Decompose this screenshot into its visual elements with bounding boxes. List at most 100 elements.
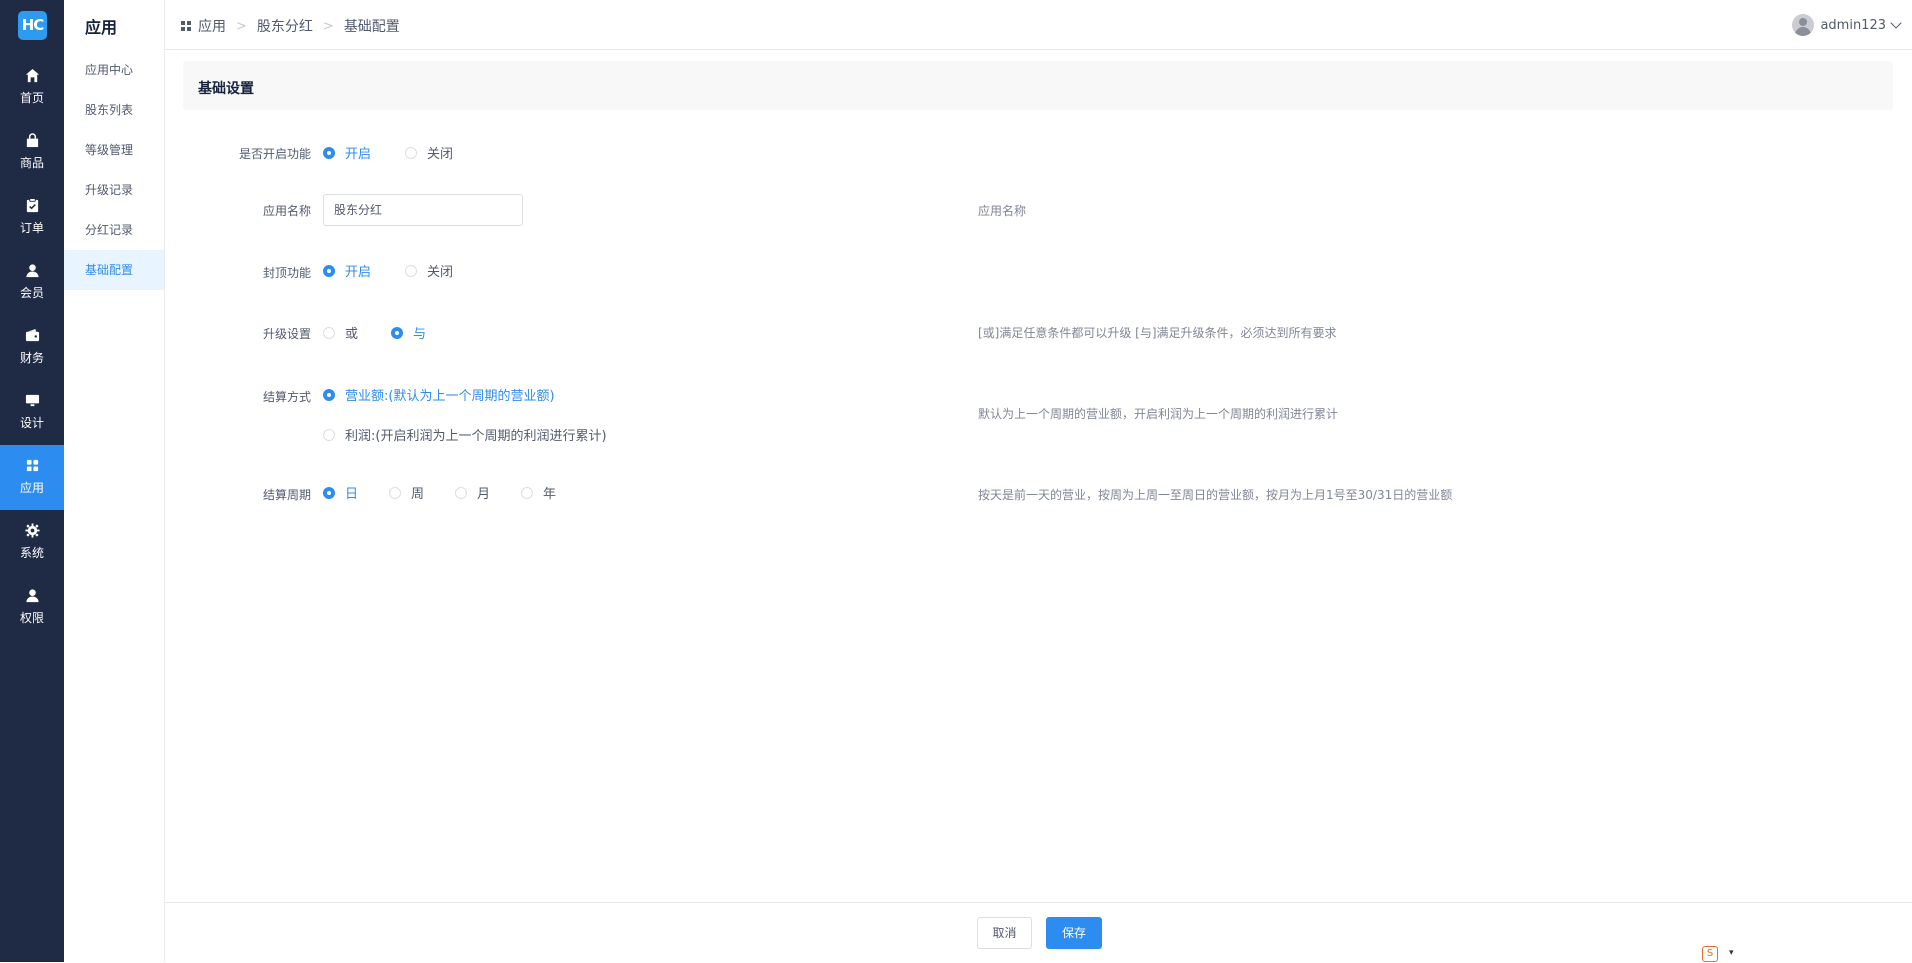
form-footer: 取消 保存 <box>165 902 1912 963</box>
radio-cycle-month[interactable]: 月 <box>455 483 490 502</box>
radio-label: 日 <box>345 487 359 502</box>
breadcrumb: 应用 > 股东分红 > 基础配置 <box>181 16 400 36</box>
hint-upgrade: [或]满足任意条件都可以升级 [与]满足升级条件，必须达到所有要求 <box>978 326 1337 340</box>
radio-cycle-day[interactable]: 日 <box>323 483 358 502</box>
hint-app-name: 应用名称 <box>978 204 1027 218</box>
section-title: 基础设置 <box>198 81 254 97</box>
bag-icon <box>26 133 39 148</box>
grid-icon <box>181 20 192 32</box>
label-enable: 是否开启功能 <box>238 147 311 161</box>
rail-item-label: 财务 <box>19 351 44 365</box>
radio-settle-revenue[interactable]: 营业额:(默认为上一个周期的营业额) <box>323 385 555 404</box>
caret-icon[interactable]: ▾ <box>1729 948 1734 958</box>
top-header: 应用 > 股东分红 > 基础配置 admin123 <box>165 0 1912 50</box>
sidebar-item-shareholder-list[interactable]: 股东列表 <box>64 90 164 130</box>
label-cap: 封顶功能 <box>262 266 311 280</box>
section-header: 基础设置 <box>183 61 1893 110</box>
radio-dot <box>323 428 335 441</box>
hint-settle-method: 默认为上一个周期的营业额，开启利润为上一个周期的利润进行累计 <box>978 407 1339 421</box>
hint-settle-cycle: 按天是前一天的营业，按周为上周一至周日的营业额，按月为上月1号至30/31日的营… <box>978 488 1453 502</box>
rail-item-label: 首页 <box>19 91 44 105</box>
sidebar-title: 应用 <box>85 18 118 37</box>
gear-icon <box>25 523 40 538</box>
radio-cap-on[interactable]: 开启 <box>323 261 371 280</box>
radio-label: 周 <box>411 487 425 502</box>
radio-cap-off[interactable]: 关闭 <box>405 261 453 280</box>
person-icon <box>26 589 39 603</box>
rail-item-design[interactable]: 设计 <box>0 380 64 445</box>
rail-item-products[interactable]: 商品 <box>0 120 64 185</box>
save-button[interactable]: 保存 <box>1046 917 1102 949</box>
wallet-icon <box>25 328 40 342</box>
sidebar-item-app-center[interactable]: 应用中心 <box>64 50 164 90</box>
radio-label: 关闭 <box>427 147 454 162</box>
radio-dot <box>323 388 335 401</box>
label-upgrade: 升级设置 <box>262 327 311 341</box>
radio-dot <box>391 326 403 339</box>
rail-item-label: 商品 <box>19 156 44 170</box>
rail-item-label: 会员 <box>19 286 44 300</box>
radio-dot <box>405 264 417 277</box>
app-name-input[interactable]: 股东分红 <box>323 194 523 226</box>
user-icon <box>26 264 39 278</box>
radio-dot <box>455 486 467 499</box>
rail-item-members[interactable]: 会员 <box>0 250 64 315</box>
radio-dot <box>521 486 533 499</box>
radio-label: 利润:(开启利润为上一个周期的利润进行累计) <box>345 429 607 444</box>
sidebar-item-upgrade-records[interactable]: 升级记录 <box>64 170 164 210</box>
chevron-right-icon: > <box>236 18 247 34</box>
radio-cycle-year[interactable]: 年 <box>521 483 556 502</box>
radio-label: 月 <box>477 487 491 502</box>
sidebar-item-dividend-records[interactable]: 分红记录 <box>64 210 164 250</box>
breadcrumb-item-current: 基础配置 <box>343 19 400 35</box>
rail-item-label: 系统 <box>19 546 44 560</box>
sidebar-item-level-management[interactable]: 等级管理 <box>64 130 164 170</box>
main-nav-rail: HC 首页 商品 订单 会员 财务 设计 应用 系统 权限 <box>0 0 64 962</box>
rail-item-system[interactable]: 系统 <box>0 510 64 575</box>
radio-dot <box>323 264 335 277</box>
cancel-button[interactable]: 取消 <box>977 917 1032 949</box>
radio-label: 年 <box>543 487 557 502</box>
user-menu[interactable]: admin123 <box>1792 14 1902 36</box>
rail-item-label: 设计 <box>19 416 44 430</box>
rail-item-label: 订单 <box>19 221 44 235</box>
home-icon <box>25 68 40 83</box>
radio-label: 开启 <box>345 147 372 162</box>
rail-item-permissions[interactable]: 权限 <box>0 575 64 640</box>
radio-dot <box>389 486 401 499</box>
rail-item-label: 应用 <box>19 481 44 495</box>
label-settle-method: 结算方式 <box>262 390 311 404</box>
app-logo[interactable]: HC <box>18 11 47 40</box>
radio-dot <box>323 486 335 499</box>
sub-sidebar: 应用 应用中心 股东列表 等级管理 升级记录 分红记录 基础配置 <box>64 0 165 962</box>
input-method-icon[interactable]: S <box>1702 946 1718 962</box>
radio-label: 营业额:(默认为上一个周期的营业额) <box>345 389 555 404</box>
radio-label: 关闭 <box>427 265 454 280</box>
radio-enable-off[interactable]: 关闭 <box>405 143 453 162</box>
radio-cycle-week[interactable]: 周 <box>389 483 424 502</box>
apps-icon <box>26 459 39 472</box>
rail-item-apps[interactable]: 应用 <box>0 445 64 510</box>
rail-item-finance[interactable]: 财务 <box>0 315 64 380</box>
clipboard-icon <box>26 198 39 213</box>
label-app-name: 应用名称 <box>262 204 311 218</box>
radio-label: 开启 <box>345 265 372 280</box>
radio-settle-profit[interactable]: 利润:(开启利润为上一个周期的利润进行累计) <box>323 425 607 444</box>
radio-dot <box>323 146 335 159</box>
radio-enable-on[interactable]: 开启 <box>323 143 371 162</box>
avatar <box>1792 14 1815 36</box>
rail-item-home[interactable]: 首页 <box>0 55 64 120</box>
rail-item-label: 权限 <box>19 611 44 625</box>
chevron-down-icon <box>1890 16 1902 29</box>
radio-upgrade-or[interactable]: 或 <box>323 323 358 342</box>
user-name: admin123 <box>1820 17 1886 33</box>
radio-label: 或 <box>345 327 359 342</box>
breadcrumb-item-apps[interactable]: 应用 <box>198 16 226 36</box>
radio-dot <box>405 146 417 159</box>
breadcrumb-item-dividend[interactable]: 股东分红 <box>257 16 313 36</box>
radio-upgrade-and[interactable]: 与 <box>391 323 426 342</box>
rail-item-orders[interactable]: 订单 <box>0 185 64 250</box>
sidebar-item-basic-config[interactable]: 基础配置 <box>64 250 164 290</box>
chevron-right-icon: > <box>322 18 334 34</box>
monitor-icon <box>25 394 40 407</box>
